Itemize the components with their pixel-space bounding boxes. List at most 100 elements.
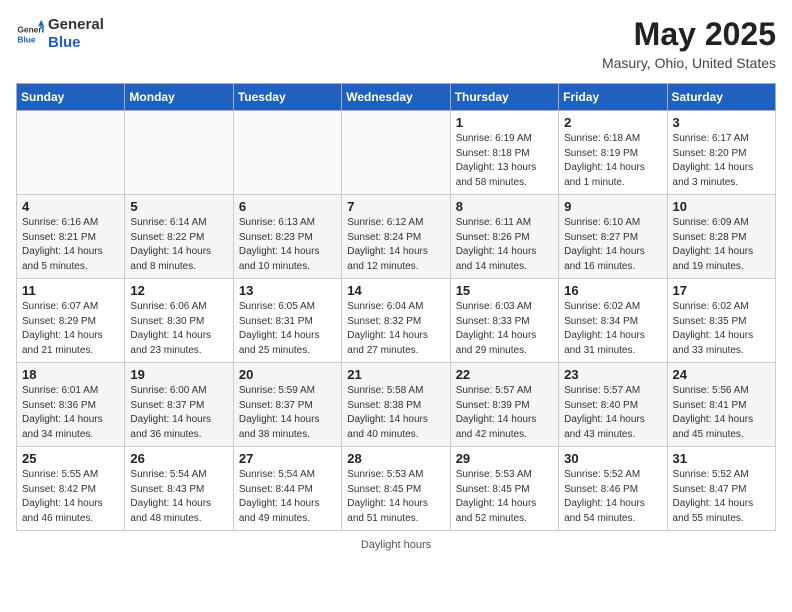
day-number: 25	[22, 451, 119, 466]
calendar-cell: 6 Sunrise: 6:13 AM Sunset: 8:23 PM Daylig…	[233, 195, 341, 279]
day-number: 31	[673, 451, 770, 466]
day-number: 9	[564, 199, 661, 214]
day-number: 23	[564, 367, 661, 382]
day-info: Sunrise: 6:13 AM Sunset: 8:23 PM Dayligh…	[239, 216, 336, 274]
calendar-table: SundayMondayTuesdayWednesdayThursdayFrid…	[16, 83, 776, 531]
calendar-cell	[17, 111, 125, 195]
day-info: Sunrise: 5:59 AM Sunset: 8:37 PM Dayligh…	[239, 384, 336, 442]
calendar-cell: 17 Sunrise: 6:02 AM Sunset: 8:35 PM Dayli…	[667, 279, 775, 363]
calendar-cell: 10 Sunrise: 6:09 AM Sunset: 8:28 PM Dayli…	[667, 195, 775, 279]
calendar-cell: 31 Sunrise: 5:52 AM Sunset: 8:47 PM Dayli…	[667, 447, 775, 531]
days-header-row: SundayMondayTuesdayWednesdayThursdayFrid…	[17, 84, 776, 111]
calendar-cell: 11 Sunrise: 6:07 AM Sunset: 8:29 PM Dayli…	[17, 279, 125, 363]
week-row-4: 18 Sunrise: 6:01 AM Sunset: 8:36 PM Dayli…	[17, 363, 776, 447]
day-info: Sunrise: 6:12 AM Sunset: 8:24 PM Dayligh…	[347, 216, 444, 274]
calendar-cell: 23 Sunrise: 5:57 AM Sunset: 8:40 PM Dayli…	[559, 363, 667, 447]
day-info: Sunrise: 6:06 AM Sunset: 8:30 PM Dayligh…	[130, 300, 227, 358]
day-number: 30	[564, 451, 661, 466]
calendar-cell: 29Sunrise: 5:53 AM Sunset: 8:45 PM Dayli…	[450, 447, 558, 531]
week-row-5: 25Sunrise: 5:55 AM Sunset: 8:42 PM Dayli…	[17, 447, 776, 531]
calendar-cell: 24Sunrise: 5:56 AM Sunset: 8:41 PM Dayli…	[667, 363, 775, 447]
day-header-tuesday: Tuesday	[233, 84, 341, 111]
day-header-sunday: Sunday	[17, 84, 125, 111]
day-info: Sunrise: 5:54 AM Sunset: 8:44 PM Dayligh…	[239, 468, 336, 526]
calendar-cell: 18 Sunrise: 6:01 AM Sunset: 8:36 PM Dayli…	[17, 363, 125, 447]
calendar-cell: 26 Sunrise: 5:54 AM Sunset: 8:43 PM Dayli…	[125, 447, 233, 531]
day-number: 14	[347, 283, 444, 298]
day-info: Sunrise: 6:00 AM Sunset: 8:37 PM Dayligh…	[130, 384, 227, 442]
day-header-wednesday: Wednesday	[342, 84, 450, 111]
day-number: 13	[239, 283, 336, 298]
day-number: 19	[130, 367, 227, 382]
day-number: 22	[456, 367, 553, 382]
day-number: 21	[347, 367, 444, 382]
calendar-cell: 28 Sunrise: 5:53 AM Sunset: 8:45 PM Dayli…	[342, 447, 450, 531]
calendar-cell: 1 Sunrise: 6:19 AM Sunset: 8:18 PM Daylig…	[450, 111, 558, 195]
calendar-cell: 8Sunrise: 6:11 AM Sunset: 8:26 PM Daylig…	[450, 195, 558, 279]
day-number: 3	[673, 115, 770, 130]
calendar-cell: 3Sunrise: 6:17 AM Sunset: 8:20 PM Daylig…	[667, 111, 775, 195]
day-info: Sunrise: 5:52 AM Sunset: 8:46 PM Dayligh…	[564, 468, 661, 526]
day-number: 29	[456, 451, 553, 466]
day-info: Sunrise: 6:05 AM Sunset: 8:31 PM Dayligh…	[239, 300, 336, 358]
day-info: Sunrise: 6:10 AM Sunset: 8:27 PM Dayligh…	[564, 216, 661, 274]
day-number: 26	[130, 451, 227, 466]
week-row-1: 1 Sunrise: 6:19 AM Sunset: 8:18 PM Daylig…	[17, 111, 776, 195]
calendar-cell: 30 Sunrise: 5:52 AM Sunset: 8:46 PM Dayli…	[559, 447, 667, 531]
day-info: Sunrise: 6:14 AM Sunset: 8:22 PM Dayligh…	[130, 216, 227, 274]
day-number: 1	[456, 115, 553, 130]
location: Masury, Ohio, United States	[602, 55, 776, 71]
logo-blue: Blue	[48, 34, 104, 52]
day-info: Sunrise: 6:09 AM Sunset: 8:28 PM Dayligh…	[673, 216, 770, 274]
calendar-cell: 7 Sunrise: 6:12 AM Sunset: 8:24 PM Daylig…	[342, 195, 450, 279]
day-number: 16	[564, 283, 661, 298]
month-year: May 2025	[602, 16, 776, 53]
page-header: General Blue General Blue May 2025 Masur…	[16, 16, 776, 71]
day-header-monday: Monday	[125, 84, 233, 111]
calendar-cell	[342, 111, 450, 195]
calendar-cell: 19 Sunrise: 6:00 AM Sunset: 8:37 PM Dayli…	[125, 363, 233, 447]
day-number: 4	[22, 199, 119, 214]
calendar-cell	[233, 111, 341, 195]
day-info: Sunrise: 5:58 AM Sunset: 8:38 PM Dayligh…	[347, 384, 444, 442]
logo-general: General	[48, 16, 104, 34]
calendar-cell: 2 Sunrise: 6:18 AM Sunset: 8:19 PM Daylig…	[559, 111, 667, 195]
day-number: 24	[673, 367, 770, 382]
calendar-cell: 12 Sunrise: 6:06 AM Sunset: 8:30 PM Dayli…	[125, 279, 233, 363]
logo-icon: General Blue	[16, 20, 44, 48]
day-number: 20	[239, 367, 336, 382]
day-info: Sunrise: 6:01 AM Sunset: 8:36 PM Dayligh…	[22, 384, 119, 442]
day-number: 12	[130, 283, 227, 298]
day-info: Sunrise: 5:52 AM Sunset: 8:47 PM Dayligh…	[673, 468, 770, 526]
day-number: 2	[564, 115, 661, 130]
day-info: Sunrise: 6:19 AM Sunset: 8:18 PM Dayligh…	[456, 132, 553, 190]
day-info: Sunrise: 5:57 AM Sunset: 8:40 PM Dayligh…	[564, 384, 661, 442]
calendar-cell	[125, 111, 233, 195]
day-number: 18	[22, 367, 119, 382]
day-info: Sunrise: 6:18 AM Sunset: 8:19 PM Dayligh…	[564, 132, 661, 190]
day-number: 6	[239, 199, 336, 214]
svg-text:Blue: Blue	[17, 34, 35, 44]
day-number: 7	[347, 199, 444, 214]
day-info: Sunrise: 6:02 AM Sunset: 8:34 PM Dayligh…	[564, 300, 661, 358]
calendar-cell: 15Sunrise: 6:03 AM Sunset: 8:33 PM Dayli…	[450, 279, 558, 363]
day-info: Sunrise: 6:11 AM Sunset: 8:26 PM Dayligh…	[456, 216, 553, 274]
day-header-saturday: Saturday	[667, 84, 775, 111]
calendar-cell: 16 Sunrise: 6:02 AM Sunset: 8:34 PM Dayli…	[559, 279, 667, 363]
day-info: Sunrise: 6:02 AM Sunset: 8:35 PM Dayligh…	[673, 300, 770, 358]
day-number: 10	[673, 199, 770, 214]
day-number: 28	[347, 451, 444, 466]
day-info: Sunrise: 5:54 AM Sunset: 8:43 PM Dayligh…	[130, 468, 227, 526]
logo: General Blue General Blue	[16, 16, 104, 52]
week-row-3: 11 Sunrise: 6:07 AM Sunset: 8:29 PM Dayli…	[17, 279, 776, 363]
footer-note: Daylight hours	[16, 539, 776, 551]
day-number: 11	[22, 283, 119, 298]
day-info: Sunrise: 6:07 AM Sunset: 8:29 PM Dayligh…	[22, 300, 119, 358]
title-area: May 2025 Masury, Ohio, United States	[602, 16, 776, 71]
calendar-cell: 27Sunrise: 5:54 AM Sunset: 8:44 PM Dayli…	[233, 447, 341, 531]
calendar-cell: 25Sunrise: 5:55 AM Sunset: 8:42 PM Dayli…	[17, 447, 125, 531]
day-number: 17	[673, 283, 770, 298]
week-row-2: 4 Sunrise: 6:16 AM Sunset: 8:21 PM Daylig…	[17, 195, 776, 279]
day-info: Sunrise: 6:16 AM Sunset: 8:21 PM Dayligh…	[22, 216, 119, 274]
day-info: Sunrise: 5:53 AM Sunset: 8:45 PM Dayligh…	[347, 468, 444, 526]
